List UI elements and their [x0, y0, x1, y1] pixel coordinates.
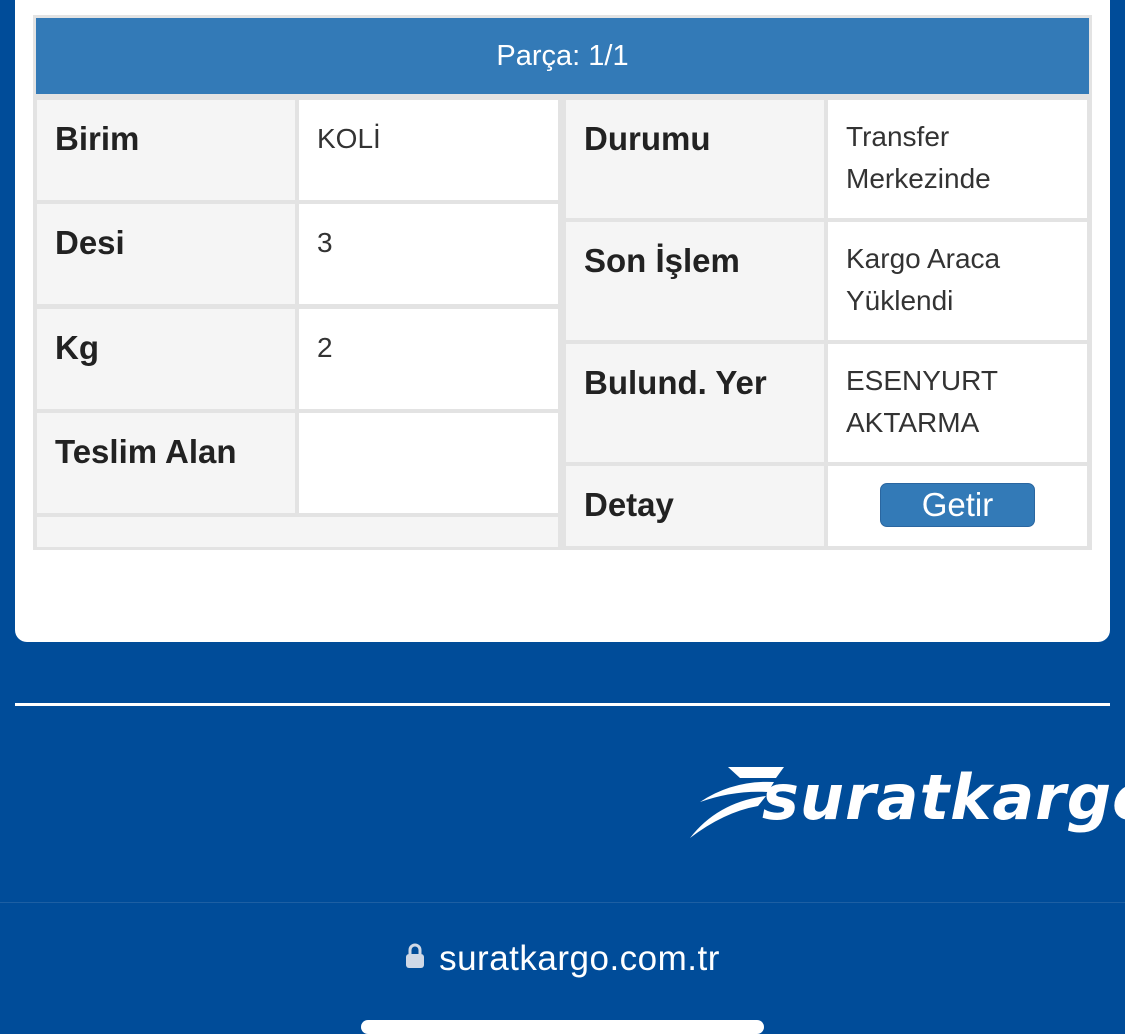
- url-display[interactable]: suratkargo.com.tr: [0, 939, 1125, 979]
- suratkargo-logo: suratkargo: [688, 762, 1125, 844]
- value-son-islem: Kargo Araca Yüklendi: [828, 222, 1087, 340]
- label-teslim-alan: Teslim Alan: [37, 413, 295, 513]
- label-son-islem: Son İşlem: [566, 222, 824, 340]
- value-teslim-alan: [299, 413, 558, 513]
- getir-button[interactable]: Getir: [880, 483, 1035, 527]
- label-desi: Desi: [37, 204, 295, 304]
- logo-text: suratkargo: [762, 761, 1125, 834]
- label-detay: Detay: [566, 466, 824, 546]
- left-table-filler: [37, 517, 558, 547]
- browser-url-bar[interactable]: suratkargo.com.tr: [0, 902, 1125, 1034]
- value-bulund-yer: ESENYURT AKTARMA: [828, 344, 1087, 462]
- label-birim: Birim: [37, 100, 295, 200]
- value-birim: KOLİ: [299, 100, 558, 200]
- panel-header: Parça: 1/1: [36, 18, 1089, 94]
- footer-divider: [15, 703, 1110, 706]
- label-kg: Kg: [37, 309, 295, 409]
- label-bulund-yer: Bulund. Yer: [566, 344, 824, 462]
- home-indicator: [361, 1020, 764, 1034]
- value-desi: 3: [299, 204, 558, 304]
- label-durumu: Durumu: [566, 100, 824, 218]
- url-text: suratkargo.com.tr: [439, 939, 720, 978]
- lock-icon: [405, 938, 425, 978]
- value-durumu: Transfer Merkezinde: [828, 100, 1087, 218]
- value-kg: 2: [299, 309, 558, 409]
